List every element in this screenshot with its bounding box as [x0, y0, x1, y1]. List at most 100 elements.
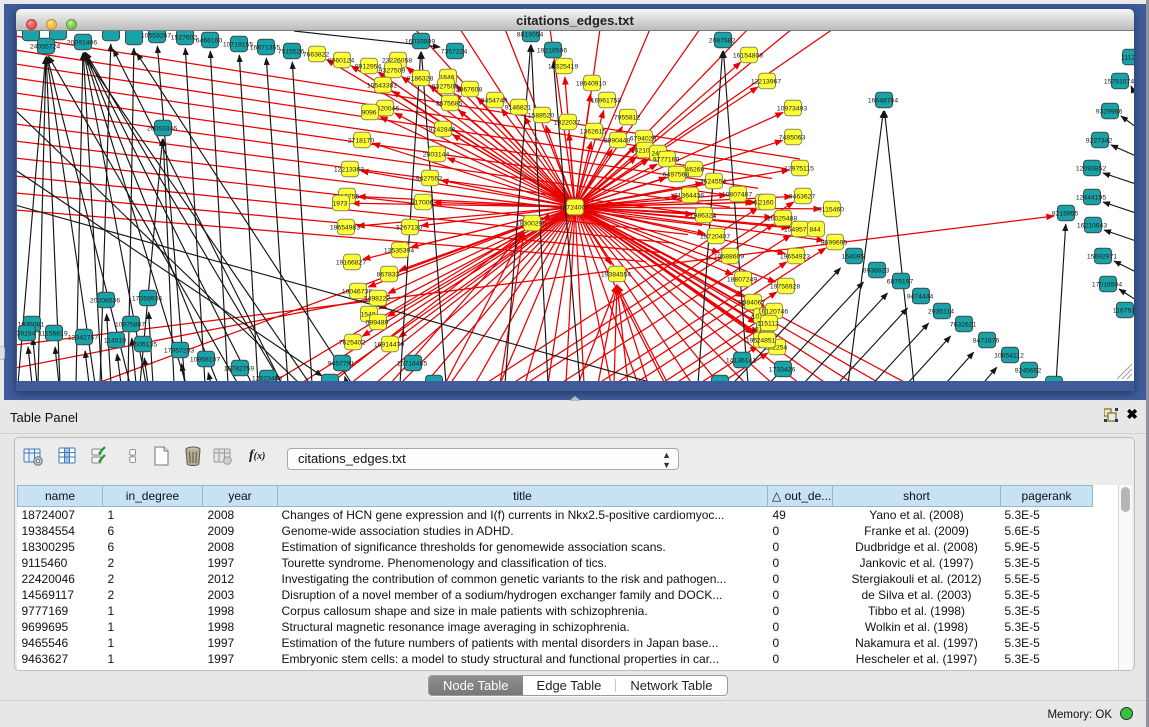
svg-text:1322037: 1322037 — [554, 119, 581, 126]
svg-text:6466160: 6466160 — [196, 37, 223, 44]
svg-text:19218506: 19218506 — [537, 47, 567, 54]
svg-text:14136141: 14136141 — [726, 357, 756, 364]
svg-text:8938923: 8938923 — [863, 267, 890, 274]
svg-text:8454749: 8454749 — [481, 97, 508, 104]
svg-text:16648784: 16648784 — [868, 97, 898, 104]
svg-text:10654112: 10654112 — [994, 352, 1024, 359]
svg-text:1973: 1973 — [332, 200, 347, 207]
svg-text:16210643: 16210643 — [1077, 222, 1107, 229]
svg-text:7986322: 7986322 — [690, 212, 717, 219]
svg-text:9427552: 9427552 — [416, 175, 443, 182]
svg-text:164095: 164095 — [842, 253, 865, 260]
svg-text:7663822: 7663822 — [303, 51, 330, 58]
svg-text:8186328: 8186328 — [407, 75, 434, 82]
svg-text:7955812: 7955812 — [614, 114, 641, 121]
svg-text:15692971: 15692971 — [1087, 253, 1117, 260]
svg-text:1588520: 1588520 — [528, 112, 555, 119]
svg-text:12505135: 12505135 — [127, 341, 157, 348]
svg-text:16120746: 16120746 — [758, 308, 788, 315]
svg-text:7515526: 7515526 — [278, 48, 305, 55]
svg-text:867833: 867833 — [377, 271, 400, 278]
svg-text:19756928: 19756928 — [770, 283, 800, 290]
svg-text:9474444: 9474444 — [907, 293, 934, 300]
svg-text:9146821: 9146821 — [505, 104, 532, 111]
svg-text:16961758: 16961758 — [591, 97, 621, 104]
svg-text:10719155: 10719155 — [223, 41, 253, 48]
svg-text:844: 844 — [809, 226, 821, 233]
svg-text:16914479: 16914479 — [374, 341, 404, 348]
svg-text:12325419: 12325419 — [548, 63, 578, 70]
svg-text:12323468: 12323468 — [252, 375, 282, 381]
svg-text:8912954: 8912954 — [355, 63, 382, 70]
svg-text:10973493: 10973493 — [777, 105, 807, 112]
svg-text:6879197: 6879197 — [887, 278, 914, 285]
svg-text:9115460: 9115460 — [818, 206, 844, 213]
svg-text:16154808: 16154808 — [733, 52, 763, 59]
svg-text:6497568: 6497568 — [663, 171, 690, 178]
svg-text:19384554: 19384554 — [601, 271, 631, 278]
svg-text:24055724: 24055724 — [30, 43, 60, 50]
svg-text:3267130: 3267130 — [396, 224, 423, 231]
svg-text:18300295: 18300295 — [516, 220, 546, 227]
svg-text:7632621: 7632621 — [950, 321, 977, 328]
svg-text:114519: 114519 — [104, 337, 126, 344]
svg-text:21364436: 21364436 — [674, 192, 704, 199]
svg-text:16782759: 16782759 — [224, 365, 254, 372]
svg-text:8215955: 8215955 — [1052, 210, 1079, 217]
svg-text:16033809: 16033809 — [405, 38, 435, 45]
svg-text:12444195: 12444195 — [1076, 194, 1106, 201]
svg-text:9245652: 9245652 — [1015, 367, 1042, 374]
svg-text:17016504: 17016504 — [1092, 281, 1122, 288]
svg-text:8471676: 8471676 — [973, 337, 1000, 344]
svg-text:18724007: 18724007 — [559, 204, 589, 211]
svg-text:9327509: 9327509 — [379, 67, 406, 74]
svg-text:19654983: 19654983 — [330, 224, 360, 231]
svg-text:24851: 24851 — [757, 337, 776, 344]
svg-text:2718170: 2718170 — [348, 137, 375, 144]
svg-text:19166827: 19166827 — [336, 259, 366, 266]
svg-text:116753: 116753 — [1113, 307, 1134, 314]
svg-text:10975887: 10975887 — [115, 321, 145, 328]
svg-text:9242848: 9242848 — [429, 126, 456, 133]
svg-text:115112: 115112 — [757, 320, 779, 327]
svg-text:17957253: 17957253 — [164, 347, 194, 354]
svg-text:39154: 39154 — [17, 330, 36, 337]
svg-text:15716485: 15716485 — [397, 360, 427, 367]
svg-text:16046736: 16046736 — [342, 288, 372, 295]
svg-text:3675685: 3675685 — [436, 100, 463, 107]
svg-text:2867608: 2867608 — [456, 86, 483, 93]
svg-text:10958107: 10958107 — [190, 356, 220, 363]
svg-text:9327508: 9327508 — [432, 83, 459, 90]
svg-text:11123: 11123 — [1121, 54, 1134, 61]
svg-text:8960124: 8960124 — [328, 57, 355, 64]
svg-text:9457791: 9457791 — [328, 360, 355, 367]
svg-text:18807249: 18807249 — [727, 276, 757, 283]
svg-text:16671355: 16671355 — [250, 44, 280, 51]
svg-text:12213363: 12213363 — [334, 166, 364, 173]
svg-text:099489: 099489 — [366, 319, 389, 326]
svg-text:13535394: 13535394 — [384, 247, 414, 254]
svg-text:1362615: 1362615 — [580, 128, 607, 135]
svg-text:1527602: 1527602 — [171, 34, 198, 41]
svg-text:8990448: 8990448 — [604, 137, 631, 144]
svg-text:7625402: 7625402 — [339, 339, 366, 346]
svg-text:12342757: 12342757 — [68, 334, 98, 341]
svg-text:15751074: 15751074 — [1104, 78, 1134, 85]
svg-text:20091406: 20091406 — [67, 39, 97, 46]
svg-text:2087682: 2087682 — [709, 37, 736, 44]
svg-text:11156819: 11156819 — [38, 330, 67, 337]
svg-text:10543382: 10543382 — [367, 82, 397, 89]
svg-text:417006: 417006 — [411, 199, 434, 206]
svg-text:10688609: 10688609 — [714, 253, 744, 260]
svg-text:19654923: 19654923 — [780, 253, 810, 260]
svg-text:9227342: 9227342 — [1086, 137, 1113, 144]
svg-text:18640910: 18640910 — [576, 80, 606, 87]
svg-text:2803144: 2803144 — [423, 151, 450, 158]
svg-text:9096: 9096 — [361, 109, 376, 116]
svg-text:20053346: 20053346 — [147, 125, 177, 132]
svg-text:9463627: 9463627 — [789, 193, 816, 200]
svg-text:12213967: 12213967 — [751, 78, 781, 85]
svg-text:2935114: 2935114 — [928, 308, 954, 315]
svg-text:9329966: 9329966 — [1096, 108, 1123, 115]
svg-text:9777169: 9777169 — [653, 156, 680, 163]
